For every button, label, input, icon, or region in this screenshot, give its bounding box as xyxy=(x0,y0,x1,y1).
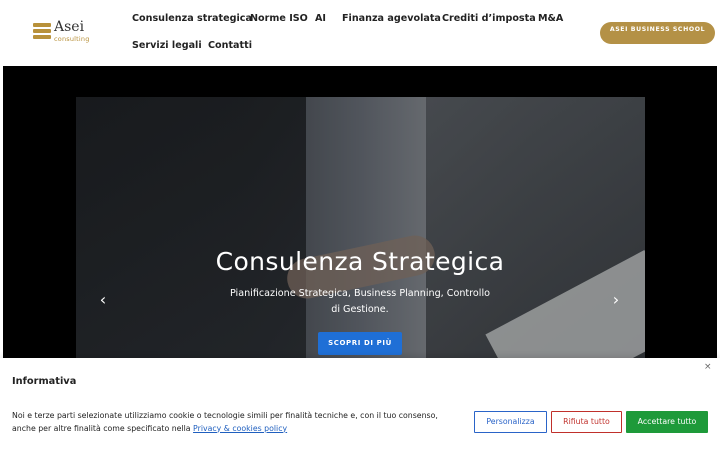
cookie-description: Noi e terze parti selezionate utilizziam… xyxy=(12,410,464,435)
hero-title: Consulenza Strategica xyxy=(215,247,505,276)
nav-item-consulenza-strategica[interactable]: Consulenza strategica xyxy=(132,13,252,24)
hero-background-image xyxy=(76,97,645,362)
discover-more-button[interactable]: SCOPRI DI PIÙ xyxy=(318,332,402,355)
logo-name: Asei xyxy=(54,19,85,35)
logo-mark-icon xyxy=(33,23,51,41)
nav-item-contatti[interactable]: Contatti xyxy=(208,40,252,51)
hero-subtitle: Pianificazione Strategica, Business Plan… xyxy=(229,288,490,315)
site-header: Asei consulting Consulenza strategica No… xyxy=(0,0,720,66)
nav-item-crediti-imposta[interactable]: Crediti d’imposta xyxy=(442,13,536,24)
asei-logo[interactable]: Asei consulting xyxy=(33,19,95,45)
nav-item-ai[interactable]: AI xyxy=(315,13,326,24)
close-icon[interactable]: × xyxy=(704,362,712,372)
slider-prev-arrow-icon[interactable]: ‹ xyxy=(96,290,110,310)
customize-button[interactable]: Personalizza xyxy=(474,411,547,433)
cookie-title: Informativa xyxy=(12,376,77,387)
reject-all-button[interactable]: Rifiuta tutto xyxy=(551,411,622,433)
hero-slider: ‹ › Consulenza Strategica Pianificazione… xyxy=(3,66,717,362)
logo-tagline: consulting xyxy=(54,35,90,43)
privacy-policy-link[interactable]: Privacy & cookies policy xyxy=(193,424,287,433)
nav-item-norme-iso[interactable]: Norme ISO xyxy=(250,13,308,24)
nav-item-m-and-a[interactable]: M&A xyxy=(538,13,563,24)
nav-item-finanza-agevolata[interactable]: Finanza agevolata xyxy=(342,13,441,24)
cookie-banner: Informativa × Noi e terze parti selezion… xyxy=(0,358,720,450)
slider-next-arrow-icon[interactable]: › xyxy=(609,290,623,310)
business-school-button[interactable]: ASEI BUSINESS SCHOOL xyxy=(600,22,715,44)
accept-all-button[interactable]: Accettare tutto xyxy=(626,411,708,433)
nav-item-servizi-legali[interactable]: Servizi legali xyxy=(132,40,202,51)
